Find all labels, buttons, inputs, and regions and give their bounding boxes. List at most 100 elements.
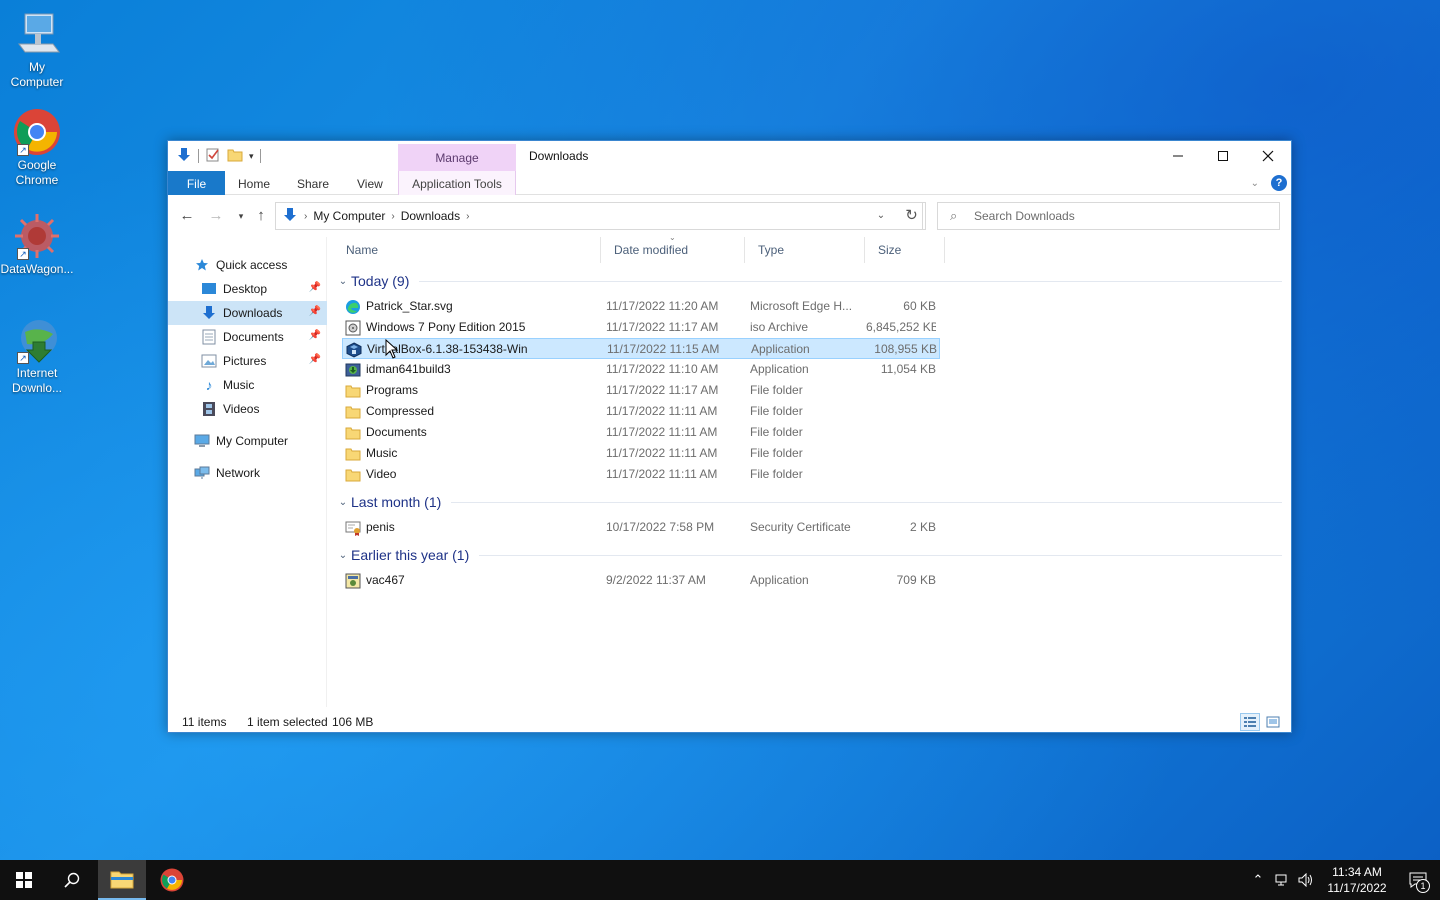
desktop-icon-internet-download-manager[interactable]: ↗ Internet Downlo... [0, 316, 74, 396]
chevron-right-icon[interactable]: › [304, 211, 307, 222]
breadcrumb-my-computer[interactable]: My Computer [313, 209, 385, 223]
file-type: iso Archive [750, 320, 809, 334]
chevron-right-icon[interactable]: › [466, 211, 469, 222]
tab-file[interactable]: File [168, 171, 225, 195]
desktop-icon-label: Google Chrome [15, 158, 59, 187]
tab-application-tools[interactable]: Application Tools [398, 171, 516, 195]
clock-time: 11:34 AM [1332, 865, 1382, 879]
address-bar[interactable]: › My Computer › Downloads › ⌄ [275, 202, 923, 230]
close-button[interactable] [1245, 141, 1291, 171]
file-type: Microsoft Edge H... [750, 299, 853, 313]
file-row[interactable]: Patrick_Star.svg 11/17/2022 11:20 AM Mic… [342, 296, 940, 317]
file-row[interactable]: vac467 9/2/2022 11:37 AM Application 709… [342, 570, 940, 591]
desktop-icon-my-computer[interactable]: My Computer [0, 10, 74, 90]
forward-button[interactable]: → [206, 206, 226, 226]
column-header-type[interactable]: Type [745, 237, 865, 263]
maximize-button[interactable] [1200, 141, 1246, 171]
file-date: 11/17/2022 11:17 AM [606, 383, 719, 397]
recent-locations-button[interactable]: ▾ [231, 206, 251, 226]
network-status-button[interactable] [1270, 860, 1294, 900]
file-explorer-icon [110, 871, 134, 889]
film-icon [201, 401, 217, 417]
details-view-button[interactable] [1240, 713, 1260, 731]
search-box[interactable]: ⌕ [937, 202, 1280, 230]
chevron-right-icon[interactable]: › [391, 211, 394, 222]
file-date: 11/17/2022 11:15 AM [607, 342, 720, 356]
file-row[interactable]: idman641build3 11/17/2022 11:10 AM Appli… [342, 359, 940, 380]
minimize-button[interactable] [1155, 141, 1201, 171]
nav-desktop[interactable]: Desktop 📌 [168, 277, 327, 301]
file-row[interactable]: Music 11/17/2022 11:11 AM File folder [342, 443, 940, 464]
help-icon[interactable]: ? [1271, 175, 1287, 191]
start-button[interactable] [0, 860, 48, 900]
sort-indicator-icon: ⌄ [669, 233, 676, 242]
nav-documents[interactable]: Documents 📌 [168, 325, 327, 349]
file-type: Application [750, 362, 809, 376]
clock-date: 11/17/2022 [1327, 881, 1387, 895]
file-row[interactable]: Programs 11/17/2022 11:17 AM File folder [342, 380, 940, 401]
properties-icon[interactable] [205, 147, 221, 166]
address-history-dropdown[interactable]: ⌄ [870, 203, 892, 229]
nav-my-computer[interactable]: My Computer [168, 429, 327, 453]
desktop-icon-datawagon[interactable]: ↗ DataWagon... [0, 212, 74, 277]
file-type: File folder [750, 383, 803, 397]
customize-toolbar-icon[interactable]: ▾ [249, 151, 254, 162]
file-list: Name Date modified ⌄ Type Size ⌄ Today (… [333, 233, 1288, 707]
breadcrumb-downloads[interactable]: Downloads [401, 209, 460, 223]
pin-icon[interactable]: 📌 [309, 354, 321, 365]
nav-network[interactable]: Network [168, 461, 327, 485]
nav-videos[interactable]: Videos [168, 397, 327, 421]
downloads-arrow-icon [176, 147, 192, 166]
file-date: 9/2/2022 11:37 AM [606, 573, 706, 587]
large-icons-view-button[interactable] [1263, 713, 1283, 731]
nav-quick-access[interactable]: Quick access [168, 253, 327, 277]
show-hidden-icons-button[interactable]: ⌃ [1246, 860, 1270, 900]
refresh-button[interactable]: ↻ [898, 202, 926, 230]
nav-downloads[interactable]: Downloads 📌 [168, 301, 327, 325]
group-header-today[interactable]: ⌄ Today (9) [333, 270, 1288, 292]
tab-share[interactable]: Share [287, 171, 339, 195]
nav-music[interactable]: ♪ Music [168, 373, 327, 397]
file-row[interactable]: Windows 7 Pony Edition 2015 11/17/2022 1… [342, 317, 940, 338]
new-folder-icon[interactable] [227, 147, 243, 166]
action-center-button[interactable]: 1 [1396, 860, 1440, 900]
arrow-left-icon: ← [179, 207, 195, 224]
taskbar-file-explorer[interactable] [98, 860, 146, 900]
desktop-icon-google-chrome[interactable]: ↗ Google Chrome [0, 108, 74, 188]
volume-button[interactable] [1294, 860, 1318, 900]
tab-view[interactable]: View [347, 171, 393, 195]
file-row-selected[interactable]: VirtualBox-6.1.38-153438-Win 11/17/2022 … [342, 338, 940, 359]
tab-home[interactable]: Home [228, 171, 280, 195]
nav-pictures[interactable]: Pictures 📌 [168, 349, 327, 373]
column-header-name[interactable]: Name [333, 237, 601, 263]
group-header-last-month[interactable]: ⌄ Last month (1) [333, 491, 1288, 513]
file-row[interactable]: Documents 11/17/2022 11:11 AM File folde… [342, 422, 940, 443]
tab-manage[interactable]: Manage [398, 144, 516, 171]
search-button[interactable] [48, 860, 96, 900]
nav-label: Network [216, 466, 261, 480]
file-row[interactable]: penis 10/17/2022 7:58 PM Security Certif… [342, 517, 940, 538]
clock[interactable]: 11:34 AM 11/17/2022 [1318, 864, 1396, 896]
mouse-cursor [385, 338, 399, 359]
arrow-up-icon: ↑ [257, 207, 265, 224]
pin-icon[interactable]: 📌 [309, 282, 321, 293]
taskbar-google-chrome[interactable] [148, 860, 196, 900]
back-button[interactable]: ← [177, 206, 197, 226]
pin-icon[interactable]: 📌 [309, 306, 321, 317]
group-header-earlier-this-year[interactable]: ⌄ Earlier this year (1) [333, 544, 1288, 566]
file-size [866, 401, 936, 422]
search-input[interactable] [974, 207, 1274, 225]
expand-ribbon-icon[interactable]: ⌄ [1251, 178, 1259, 189]
file-date: 11/17/2022 11:11 AM [606, 446, 718, 460]
up-button[interactable]: ↑ [251, 206, 271, 226]
iso-archive-icon [345, 320, 361, 336]
column-header-size[interactable]: Size [865, 237, 945, 263]
file-row[interactable]: Video 11/17/2022 11:11 AM File folder [342, 464, 940, 485]
pin-icon[interactable]: 📌 [309, 330, 321, 341]
folder-icon [345, 446, 361, 462]
shortcut-arrow-icon: ↗ [17, 248, 29, 260]
group-label: Last month (1) [351, 494, 442, 510]
toolbar-separator [259, 149, 261, 163]
file-row[interactable]: Compressed 11/17/2022 11:11 AM File fold… [342, 401, 940, 422]
document-icon [201, 329, 217, 345]
